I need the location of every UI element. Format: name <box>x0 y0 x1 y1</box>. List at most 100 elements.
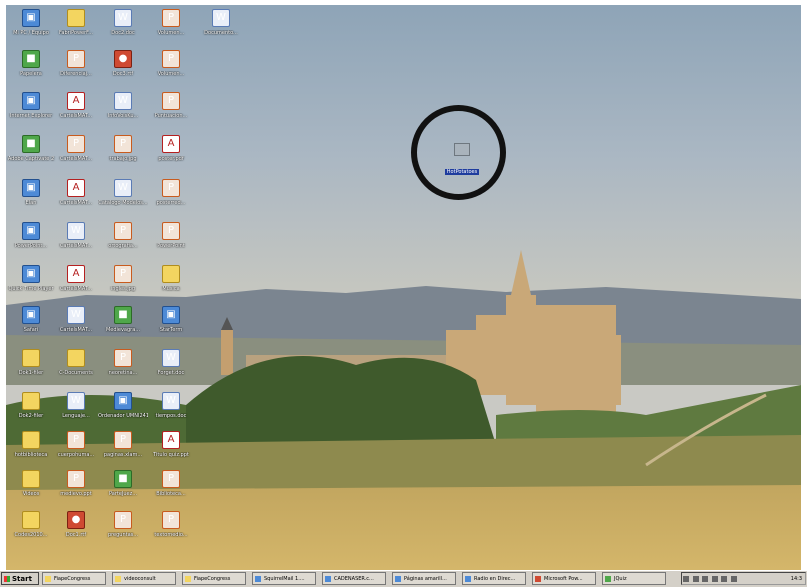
taskbar-button[interactable]: CADENASER.c... <box>322 572 386 585</box>
desktop-icon[interactable]: ▣ Elan <box>6 175 56 223</box>
taskbar-button[interactable]: FiapeCongress <box>42 572 106 585</box>
desktop-icon[interactable]: W InfoVoisKu... <box>98 88 148 136</box>
desktop-icon[interactable]: Pposterred... <box>146 175 196 223</box>
desktop-icon[interactable]: W CartelsMAT... <box>51 218 101 266</box>
desktop-icon-label: Forget.doc <box>157 370 185 376</box>
start-button[interactable]: Start <box>1 572 39 585</box>
desktop-icon[interactable]: Aposter.pdf <box>146 131 196 179</box>
desktop-icon[interactable]: P CartelsMAT... <box>51 131 101 179</box>
desktop-icon-label: Dok1-filer <box>18 370 44 376</box>
desktop-icon[interactable]: ● Doc3.rtf <box>98 46 148 94</box>
taskbar-button[interactable]: SquirrelMail 1.... <box>252 572 316 585</box>
desktop-icon[interactable]: W Documento... <box>196 5 246 53</box>
taskbar: Start FiapeCongress videoconsult FiapeCong… <box>0 570 807 587</box>
desktop-icon[interactable]: ▣ Internet Explorer <box>6 88 56 136</box>
tray-icon[interactable] <box>730 575 737 582</box>
app-icon <box>325 576 331 582</box>
desktop-icon-label: trabajo.jpg <box>109 156 137 162</box>
desktop-icon[interactable]: ■ Medievagra... <box>98 302 148 350</box>
desktop-icon-label: paginas.xlam... <box>103 452 143 458</box>
doc-icon: W <box>67 306 85 324</box>
app-icon <box>255 576 261 582</box>
desktop-icon[interactable]: Ppreguntas... <box>98 507 148 555</box>
desktop-icon-label: Medievagra... <box>105 327 141 333</box>
selected-icon-label: HotPotatoes <box>444 169 480 175</box>
ppt-icon: P <box>162 222 180 240</box>
desktop-icon-label: Doc3.rtf <box>112 71 134 77</box>
taskbar-button[interactable]: JQuiz <box>602 572 666 585</box>
desktop-icon[interactable]: W Forget.doc <box>146 345 196 393</box>
desktop-icon-label: PowerPoint <box>157 243 185 249</box>
taskbar-button[interactable]: videoconsult <box>112 572 176 585</box>
tray-icon[interactable] <box>683 575 689 582</box>
desktop-icon[interactable]: ■ Papelera <box>6 46 56 94</box>
hotpotatoes-folder-icon[interactable]: HotPotatoes <box>442 143 482 177</box>
desktop-icon-label: CartelsMAT... <box>59 327 93 333</box>
doc-icon: W <box>114 92 132 110</box>
taskbar-button[interactable]: Radio en Direc... <box>462 572 526 585</box>
ppt-icon: P <box>114 265 132 283</box>
desktop-icon[interactable]: P Volumen... <box>146 46 196 94</box>
folder-icon <box>162 265 180 283</box>
app-icon: ▣ <box>22 306 40 324</box>
desktop-icon[interactable]: ● Doc1.rtf <box>51 507 101 555</box>
ppt-icon: P <box>162 9 180 27</box>
desktop-icon[interactable]: A CartelsMAT... <box>51 175 101 223</box>
ppt-icon: P <box>114 222 132 240</box>
desktop-icon[interactable]: P Diferenciaj... <box>51 46 101 94</box>
doc-icon: W <box>114 9 132 27</box>
desktop-icon[interactable]: Portografia... <box>98 218 148 266</box>
desktop-icon-label: ParteJuez... <box>108 491 138 497</box>
ppt-icon: P <box>162 511 180 529</box>
tray-icon[interactable] <box>721 575 728 582</box>
desktop-icon[interactable]: ▣ StarTerm <box>146 302 196 350</box>
red-icon: ● <box>67 511 85 529</box>
pdf-icon: A <box>162 135 180 153</box>
doc-icon: W <box>162 392 180 410</box>
desktop-icon-label: CartelsMAT... <box>59 243 93 249</box>
tray-icon[interactable] <box>711 575 718 582</box>
doc-icon: W <box>67 392 85 410</box>
desktop-icon-label: CartelsMAT... <box>59 156 93 162</box>
desktop-icon-label: medievo.ppt <box>60 491 92 497</box>
desktop-icon[interactable]: P PowerPoint <box>146 218 196 266</box>
folder-icon <box>67 9 85 27</box>
system-tray: 14:3 <box>681 572 806 585</box>
desktop-icon[interactable]: W CartelsMAT... <box>51 302 101 350</box>
pdf-icon: A <box>162 431 180 449</box>
desktop-icon[interactable]: Ptextomedio... <box>146 507 196 555</box>
desktop-icon[interactable]: P Puntuacion... <box>146 88 196 136</box>
green-icon: ■ <box>22 50 40 68</box>
desktop-icon[interactable]: ▣ PowerPoint... <box>6 218 56 266</box>
desktop[interactable]: ▣ Mi PC / Equipo ■ Papelera ▣ Internet Explor… <box>6 5 801 570</box>
app-icon: ▣ <box>162 306 180 324</box>
desktop-icon-label: C-Documents <box>59 370 93 376</box>
desktop-icon[interactable]: Ptrabajo.jpg <box>98 131 148 179</box>
tray-icon[interactable] <box>692 575 699 582</box>
taskbar-button[interactable]: FiapeCongress <box>182 572 246 585</box>
desktop-icon-label: ortografia... <box>108 243 138 249</box>
desktop-icon[interactable]: Pneoretina... <box>98 345 148 393</box>
taskbar-button[interactable]: Páginas amarill... <box>392 572 456 585</box>
folder-icon <box>22 470 40 488</box>
ppt-icon: P <box>114 511 132 529</box>
folder-icon <box>22 431 40 449</box>
folder-icon <box>22 349 40 367</box>
desktop-icon[interactable]: Dok1-filer <box>6 345 56 393</box>
ppt-icon: P <box>67 431 85 449</box>
desktop-icon[interactable]: A CartelsMAT... <box>51 88 101 136</box>
desktop-icon-label: CartelsMAT... <box>59 200 93 206</box>
desktop-icon[interactable]: Codes2010... <box>6 507 56 555</box>
app-icon <box>395 576 401 582</box>
ppt-icon: P <box>162 179 180 197</box>
tray-icon[interactable] <box>702 575 709 582</box>
taskbar-button[interactable]: Microsoft Pow... <box>532 572 596 585</box>
desktop-icon[interactable]: ■ Adobe Captivate 2 <box>6 131 56 179</box>
doc-icon: W <box>212 9 230 27</box>
desktop-icon[interactable]: C-Documents <box>51 345 101 393</box>
desktop-icon[interactable]: ▣ Safari <box>6 302 56 350</box>
desktop-icon-label: Codes2010... <box>14 532 48 538</box>
green-icon: ■ <box>114 306 132 324</box>
taskbar-button-label: JQuiz <box>614 576 627 582</box>
desktop-icon[interactable]: W Catalogo Modelos... <box>98 175 148 223</box>
